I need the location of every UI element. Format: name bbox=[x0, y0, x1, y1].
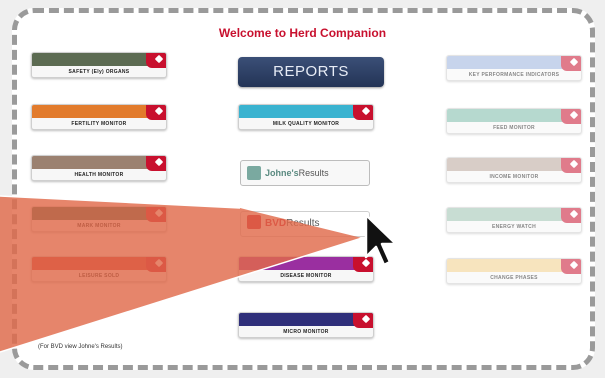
footer-note: (For BVD view Johne's Results) bbox=[38, 344, 123, 350]
bvd-icon bbox=[247, 215, 261, 230]
johnes-results-word: Results bbox=[298, 168, 329, 178]
tile-corner-icon bbox=[146, 257, 166, 272]
tile-change-phases[interactable]: CHANGE PHASES bbox=[446, 258, 582, 284]
bvd-label: BVD bbox=[265, 218, 287, 229]
tile-label: LEISURE SOLD bbox=[78, 273, 120, 279]
tile-key-performance-indicators[interactable]: KEY PERFORMANCE INDICATORS bbox=[446, 55, 582, 81]
reports-button[interactable]: REPORTS bbox=[238, 57, 384, 87]
tile-corner-icon bbox=[561, 208, 581, 223]
tile-corner-icon bbox=[146, 53, 166, 68]
tile-corner-icon bbox=[353, 313, 373, 328]
tile-label: FERTILITY MONITOR bbox=[71, 121, 127, 127]
tile-corner-icon bbox=[561, 109, 581, 124]
tile-label: CHANGE PHASES bbox=[490, 275, 538, 281]
tile-micro-monitor[interactable]: MICRO MONITOR bbox=[238, 312, 374, 338]
tile-leisure-sold[interactable]: LEISURE SOLD bbox=[31, 256, 167, 282]
tile-disease-monitor[interactable]: DISEASE MONITOR bbox=[238, 256, 374, 282]
tile-corner-icon bbox=[146, 207, 166, 222]
tile-mark-monitor[interactable]: MARK MONITOR bbox=[31, 206, 167, 232]
tile-label: KEY PERFORMANCE INDICATORS bbox=[468, 72, 560, 78]
tile-safety[interactable]: SAFETY (Ely) ORGANS bbox=[31, 52, 167, 78]
tile-label: FEED MONITOR bbox=[493, 125, 535, 131]
tile-label: MILK QUALITY MONITOR bbox=[272, 121, 340, 127]
tile-energy-watch[interactable]: ENERGY WATCH bbox=[446, 207, 582, 233]
page-title: Welcome to Herd Companion bbox=[218, 26, 387, 40]
tile-feed-monitor[interactable]: FEED MONITOR bbox=[446, 108, 582, 134]
tile-corner-icon bbox=[561, 158, 581, 173]
tile-corner-icon bbox=[353, 105, 373, 120]
tile-label: INCOME MONITOR bbox=[489, 174, 539, 180]
johnes-results-button[interactable]: Johne'sResults bbox=[240, 160, 370, 186]
tile-fertility-monitor[interactable]: FERTILITY MONITOR bbox=[31, 104, 167, 130]
tile-income-monitor[interactable]: INCOME MONITOR bbox=[446, 157, 582, 183]
tile-label: DISEASE MONITOR bbox=[280, 273, 332, 279]
bvd-results-word: Results bbox=[286, 218, 320, 229]
johnes-label: Johne's bbox=[265, 168, 299, 178]
tile-label: ENERGY WATCH bbox=[492, 224, 536, 230]
tile-corner-icon bbox=[146, 156, 166, 171]
tile-corner-icon bbox=[561, 56, 581, 71]
tile-health-monitor[interactable]: HEALTH MONITOR bbox=[31, 155, 167, 181]
tile-label: HEALTH MONITOR bbox=[74, 172, 124, 178]
tile-label: MARK MONITOR bbox=[77, 223, 121, 229]
tile-milk-quality-monitor[interactable]: MILK QUALITY MONITOR bbox=[238, 104, 374, 130]
mouse-pointer-icon bbox=[364, 213, 398, 267]
johnes-icon bbox=[247, 165, 261, 180]
tile-corner-icon bbox=[146, 105, 166, 120]
bvd-results-button[interactable]: BVDResults bbox=[240, 211, 370, 237]
tile-corner-icon bbox=[561, 259, 581, 274]
tile-label: SAFETY (Ely) ORGANS bbox=[68, 69, 130, 75]
tile-label: MICRO MONITOR bbox=[283, 329, 329, 335]
